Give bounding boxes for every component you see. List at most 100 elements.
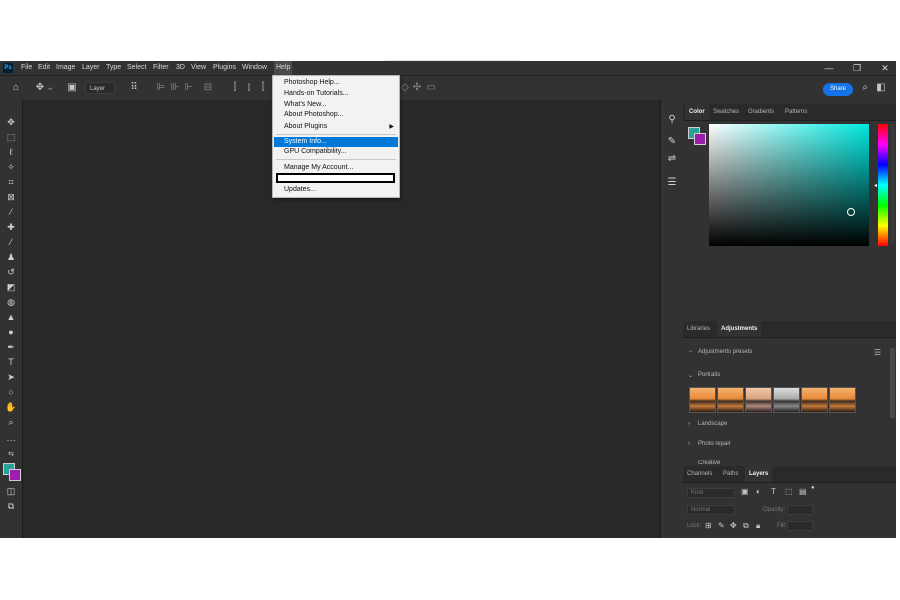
menu-edit[interactable]: Edit (38, 61, 50, 75)
quick-mask-icon[interactable]: ◫ (4, 485, 18, 498)
menu-item-manage-account[interactable]: Manage My Account... (274, 163, 398, 173)
lock-pixels-icon[interactable]: ✎ (718, 521, 725, 530)
align-center-icon[interactable]: ⊪ (168, 81, 182, 95)
minimize-icon[interactable]: — (822, 61, 836, 75)
color-panel-scrollbar[interactable] (891, 124, 894, 244)
menu-item-system-info[interactable]: System Info... (274, 137, 398, 147)
tab-gradients[interactable]: Gradients (748, 104, 774, 120)
menu-item-gpu-compatibility[interactable]: GPU Compatibility... (274, 147, 398, 157)
chevron-right-icon[interactable]: › (688, 441, 690, 447)
menu-layer[interactable]: Layer (82, 61, 100, 75)
filter-smart-object-icon[interactable]: ▤ (799, 487, 807, 496)
tab-libraries[interactable]: Libraries (687, 321, 710, 337)
menu-item-tutorials[interactable]: Hands-on Tutorials... (274, 89, 398, 99)
section-photo-repair[interactable]: Photo repair (698, 441, 731, 447)
menu-item-highlighted-box[interactable] (276, 173, 395, 183)
blur-tool-icon[interactable]: ▲ (4, 311, 18, 324)
tab-color[interactable]: Color (685, 104, 709, 120)
filter-type-icon[interactable]: T (771, 487, 776, 496)
screen-mode-icon[interactable]: ⧉ (4, 500, 18, 513)
menu-type[interactable]: Type (106, 61, 121, 75)
menu-item-whats-new[interactable]: What's New... (274, 100, 398, 110)
fill-field[interactable] (787, 521, 813, 531)
paint-bucket-icon[interactable]: ◍ (4, 296, 18, 309)
crop-tool-icon[interactable]: ⌗ (4, 176, 18, 189)
transform-grid-icon[interactable]: ⠿ (127, 81, 141, 95)
align-more-icon[interactable]: ⊟ (201, 81, 215, 95)
move-tool-icon[interactable]: ✥ (33, 81, 47, 95)
adjustments-panel-icon[interactable]: ⇌ (665, 152, 679, 166)
eyedropper-tool-icon[interactable]: ⁄ (4, 206, 18, 219)
preset-thumbnail[interactable] (773, 387, 800, 413)
lasso-tool-icon[interactable]: ℓ (4, 146, 18, 159)
menu-item-updates[interactable]: Updates... (274, 185, 398, 195)
section-landscape[interactable]: Landscape (698, 421, 727, 427)
tab-adjustments[interactable]: Adjustments (717, 321, 762, 337)
menu-select[interactable]: Select (127, 61, 146, 75)
eraser-tool-icon[interactable]: ◩ (4, 281, 18, 294)
menu-item-about-photoshop[interactable]: About Photoshop... (274, 110, 398, 120)
lock-all-icon[interactable]: 🔒︎ (756, 521, 760, 531)
back-arrow-icon[interactable]: ← (688, 348, 694, 354)
auto-select-dropdown[interactable]: Layer (85, 82, 115, 94)
list-view-icon[interactable]: ☰ (874, 348, 881, 357)
path-selection-icon[interactable]: ➤ (4, 371, 18, 384)
auto-select-icon[interactable]: ▣ (65, 81, 79, 95)
menu-window[interactable]: Window (242, 61, 267, 75)
healing-brush-icon[interactable]: ✚ (4, 221, 18, 234)
blend-mode-select[interactable]: Normal (687, 505, 735, 515)
filter-adjustment-icon[interactable]: ◐ (756, 487, 761, 496)
tab-swatches[interactable]: Swatches (713, 104, 739, 120)
section-creative[interactable]: Creative (698, 460, 720, 465)
preset-thumbnail[interactable] (689, 387, 716, 413)
properties-panel-icon[interactable]: ☰ (665, 176, 679, 190)
move-tool-icon[interactable]: ✥ (4, 116, 18, 129)
chevron-down-icon[interactable]: ⌄ (46, 81, 54, 95)
tab-layers[interactable]: Layers (745, 466, 773, 482)
preset-thumbnail[interactable] (829, 387, 856, 413)
lock-position-icon[interactable]: ✥ (730, 521, 737, 530)
menu-item-about-plugins[interactable]: About Plugins ▶ (274, 122, 398, 132)
marquee-tool-icon[interactable]: ⬚ (4, 131, 18, 144)
menu-3d[interactable]: 3D (176, 61, 185, 75)
3d-camera-icon[interactable]: ▭ (424, 81, 438, 95)
menu-plugins[interactable]: Plugins (213, 61, 236, 75)
close-icon[interactable]: ✕ (878, 61, 892, 75)
align-left-icon[interactable]: ⊫ (154, 81, 168, 95)
menu-item-photoshop-help[interactable]: Photoshop Help... (274, 78, 398, 88)
tab-channels[interactable]: Channels (687, 466, 712, 482)
hue-slider-marker[interactable]: ◂ (874, 182, 877, 189)
preset-thumbnail[interactable] (801, 387, 828, 413)
align-right-icon[interactable]: ⊩ (182, 81, 196, 95)
chevron-down-icon[interactable]: ⌄ (688, 372, 693, 379)
share-button[interactable]: Share (823, 83, 853, 96)
ellipse-tool-icon[interactable]: ○ (4, 386, 18, 399)
home-icon[interactable]: ⌂ (9, 81, 23, 95)
3d-pan-icon[interactable]: ✣ (410, 81, 424, 95)
filter-toggle-icon[interactable]: ● (811, 485, 815, 491)
hand-tool-icon[interactable]: ✋ (4, 401, 18, 414)
frame-tool-icon[interactable]: ⊠ (4, 191, 18, 204)
hue-slider[interactable] (878, 124, 888, 246)
menu-file[interactable]: File (21, 61, 32, 75)
layer-filter-search[interactable]: Kind (687, 488, 735, 498)
history-brush-icon[interactable]: ↺ (4, 266, 18, 279)
distribute-right-icon[interactable]: ⫿ (256, 81, 270, 95)
menu-view[interactable]: View (191, 61, 206, 75)
pen-tool-icon[interactable]: ✒ (4, 341, 18, 354)
history-panel-icon[interactable]: ⚲ (665, 113, 679, 127)
brush-tool-icon[interactable]: ⁄ (4, 236, 18, 249)
menu-image[interactable]: Image (56, 61, 75, 75)
color-field[interactable] (709, 124, 869, 246)
preset-thumbnail[interactable] (745, 387, 772, 413)
zoom-tool-icon[interactable]: ⌕ (4, 416, 18, 429)
lock-transparency-icon[interactable]: ⊞ (705, 521, 712, 530)
maximize-icon[interactable]: ❐ (850, 61, 864, 75)
background-color-chip[interactable] (694, 133, 706, 145)
section-portraits[interactable]: Portraits (698, 372, 720, 378)
more-tools-icon[interactable]: ⋯ (4, 434, 18, 447)
background-color-swatch[interactable] (9, 469, 21, 481)
chevron-right-icon[interactable]: › (688, 421, 690, 427)
type-tool-icon[interactable]: T (4, 356, 18, 369)
dodge-tool-icon[interactable]: ● (4, 326, 18, 339)
